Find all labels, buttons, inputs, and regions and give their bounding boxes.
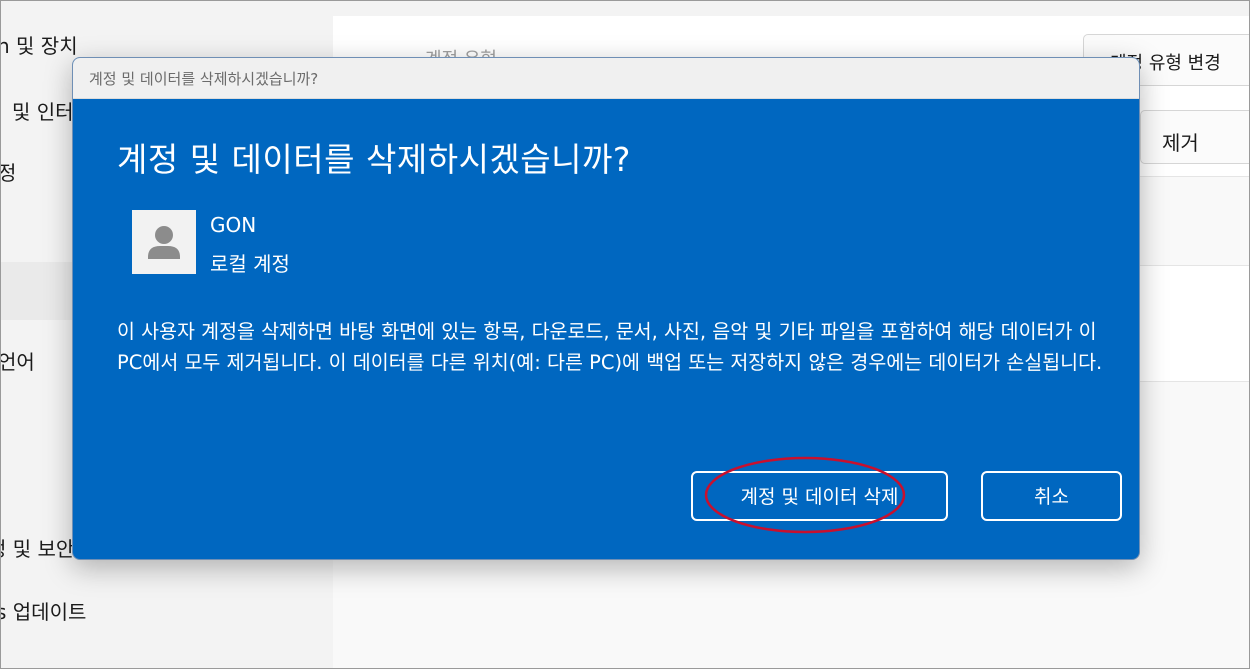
sidebar-item-privacy-security[interactable]: 정 및 보안 xyxy=(0,533,74,562)
sidebar-item-windows-update[interactable]: s 업데이트 xyxy=(0,596,86,625)
person-icon xyxy=(132,210,196,274)
dialog-warning-text: 이 사용자 계정을 삭제하면 바탕 화면에 있는 항목, 다운로드, 문서, 사… xyxy=(117,320,1103,374)
dialog-heading: 계정 및 데이터를 삭제하시겠습니까? xyxy=(117,140,631,179)
user-name: GON xyxy=(210,213,257,237)
remove-account-button-label: 제거 xyxy=(1162,131,1199,155)
sidebar-item-time-language[interactable]: 언어 xyxy=(0,346,35,375)
delete-account-dialog: 계정 및 데이터를 삭제하시겠습니까? 계정 및 데이터를 삭제하시겠습니까? … xyxy=(72,57,1140,560)
user-account-type: 로컬 계정 xyxy=(210,252,290,276)
sidebar-item-network-internet[interactable]: 및 인터 xyxy=(12,96,74,125)
dialog-title: 계정 및 데이터를 삭제하시겠습니까? xyxy=(89,70,319,88)
dialog-titlebar[interactable]: 계정 및 데이터를 삭제하시겠습니까? xyxy=(73,58,1139,99)
sidebar-item-personalization[interactable]: 정 xyxy=(0,157,16,186)
user-avatar xyxy=(132,210,196,274)
delete-account-and-data-button[interactable]: 계정 및 데이터 삭제 xyxy=(691,471,948,521)
cancel-button[interactable]: 취소 xyxy=(981,471,1122,521)
sidebar-item-bluetooth-devices[interactable]: n 및 장치 xyxy=(0,30,78,59)
